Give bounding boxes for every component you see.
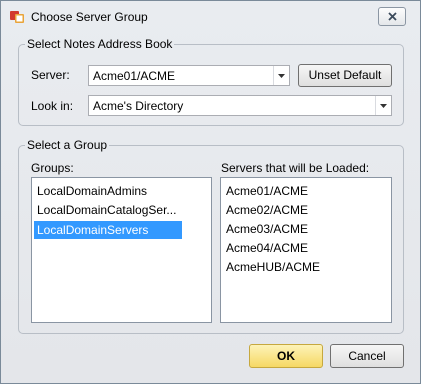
server-item-label: Acme04/ACME [226, 241, 309, 255]
lookin-value: Acme's Directory [93, 99, 184, 113]
server-item-label: Acme03/ACME [226, 222, 309, 236]
ok-button[interactable]: OK [249, 344, 323, 368]
list-item-selected[interactable]: LocalDomainServers [34, 221, 182, 239]
list-item[interactable]: Acme03/ACME [226, 220, 386, 238]
server-dropdown-arrow[interactable] [273, 66, 289, 85]
server-combobox[interactable]: Acme01/ACME [88, 65, 290, 86]
lookin-dropdown-arrow[interactable] [375, 96, 391, 115]
list-item[interactable]: LocalDomainAdmins [37, 182, 207, 200]
server-item-label: Acme01/ACME [226, 184, 309, 198]
unset-default-button[interactable]: Unset Default [298, 64, 392, 87]
address-book-legend: Select Notes Address Book [27, 37, 173, 51]
lookin-combobox[interactable]: Acme's Directory [88, 95, 392, 116]
server-value: Acme01/ACME [93, 69, 176, 83]
list-item[interactable]: LocalDomainCatalogSer... [37, 201, 207, 219]
close-button[interactable] [378, 7, 406, 26]
group-label: LocalDomainServers [37, 223, 149, 237]
window-title: Choose Server Group [31, 10, 148, 24]
list-item[interactable]: Acme01/ACME [226, 182, 386, 200]
select-group-legend: Select a Group [27, 138, 108, 152]
chevron-down-icon [380, 104, 387, 108]
groups-label: Groups: [31, 161, 74, 175]
notes-app-icon [10, 10, 26, 24]
list-item[interactable]: Acme02/ACME [226, 201, 386, 219]
group-label: LocalDomainAdmins [37, 184, 148, 198]
server-item-label: Acme02/ACME [226, 203, 309, 217]
server-label: Server: [31, 68, 70, 82]
lookin-label: Look in: [31, 99, 74, 113]
ok-label: OK [277, 349, 295, 363]
cancel-button[interactable]: Cancel [330, 344, 404, 368]
unset-default-label: Unset Default [308, 68, 382, 82]
cancel-label: Cancel [348, 349, 386, 363]
chevron-down-icon [278, 74, 285, 78]
server-item-label: AcmeHUB/ACME [226, 260, 321, 274]
servers-listbox[interactable]: Acme01/ACME Acme02/ACME Acme03/ACME Acme… [220, 177, 392, 323]
list-item[interactable]: Acme04/ACME [226, 239, 386, 257]
group-label: LocalDomainCatalogSer... [37, 203, 177, 217]
close-icon [388, 12, 397, 21]
choose-server-group-dialog: Choose Server Group Select Notes Address… [0, 0, 421, 384]
title-bar[interactable]: Choose Server Group [1, 1, 420, 33]
list-item[interactable]: AcmeHUB/ACME [226, 258, 386, 276]
groups-listbox[interactable]: LocalDomainAdmins LocalDomainCatalogSer.… [31, 177, 212, 323]
servers-label: Servers that will be Loaded: [221, 161, 370, 175]
